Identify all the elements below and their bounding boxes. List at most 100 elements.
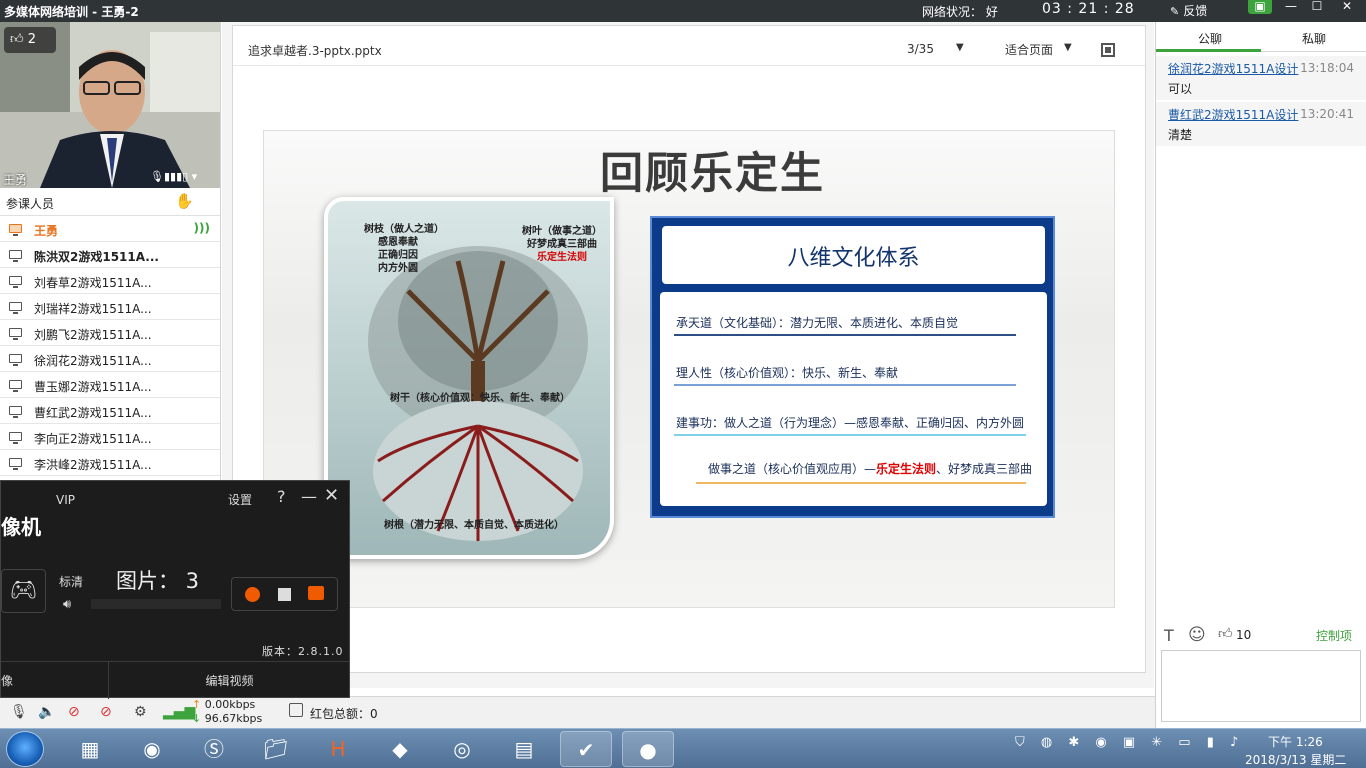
chat-input[interactable] (1161, 650, 1361, 722)
participant-name: 李向正2游戏1511A... (34, 432, 152, 446)
notes-app-icon[interactable]: ▤ (498, 731, 550, 767)
participant-item[interactable]: 王勇))) (0, 216, 220, 242)
maximize-button[interactable]: ☐ (1308, 0, 1326, 14)
culture-header: 八维文化体系 (662, 226, 1045, 284)
minimize-button[interactable]: — (1282, 0, 1300, 14)
teacher-video[interactable]: 👍︎ 2 王勇 🎙▮▮▮▯ ▾ (0, 22, 220, 188)
participant-item[interactable]: 曹玉娜2游戏1511A... (0, 372, 220, 398)
tab-private-chat[interactable]: 私聊 (1302, 30, 1326, 47)
recorder-app-icon[interactable]: ● (622, 731, 674, 767)
close-icon[interactable]: ✕ (324, 485, 339, 506)
chat-message: 徐润花2游戏1511A设计 13:18:04 可以 (1156, 56, 1366, 100)
recorder-title: 像机 (1, 515, 41, 539)
main-area: 追求卓越者.3-pptx.pptx 3/35 ▼ 适合页面 ▼ 回顾乐定生 树枝… (222, 22, 1154, 688)
feedback-button[interactable]: ✎ 反馈 (1170, 2, 1207, 19)
red-packet-icon[interactable] (289, 703, 303, 717)
taskbar: ▦ ◉ Ⓢ 📁︎ H ◆ ◎ ▤ ✔ ● ⛉ ◍ ✱ ◉ ▣ ✳ ▭ ▮ ♪ 下… (0, 728, 1366, 768)
help-icon[interactable]: ? (277, 487, 286, 506)
settings-button[interactable]: 设置 (228, 491, 252, 508)
record-button[interactable] (245, 587, 260, 602)
quality-label[interactable]: 标清 (59, 573, 83, 590)
culture-line-1: 承天道（文化基础）：潜力无限、本质进化、本质自觉 (676, 316, 959, 330)
monitor-icon (9, 302, 22, 314)
monitor-icon (9, 250, 22, 262)
volume-icon[interactable]: 🔊︎ (63, 597, 71, 612)
monitor-icon (9, 380, 22, 392)
system-tray[interactable]: ⛉ ◍ ✱ ◉ ▣ ✳ ▭ ▮ ♪ (1015, 735, 1244, 750)
culture-line-2: 理人性（核心价值观）：快乐、新生、奉献 (676, 366, 899, 380)
volume-slider[interactable] (91, 599, 221, 609)
recorder-footer-left[interactable]: 像 (1, 662, 109, 699)
monitor-icon (9, 276, 22, 288)
control-panel-app-icon[interactable]: ▦ (64, 731, 116, 767)
participant-name: 曹红武2游戏1511A... (34, 406, 152, 420)
monitor-icon (9, 432, 22, 444)
taskbar-time: 下午 1:26 (1268, 735, 1323, 749)
raise-hand-icon[interactable]: ✋ (175, 192, 194, 210)
divider (674, 434, 1026, 436)
camera-mute-icon[interactable]: ⊘ (100, 704, 112, 720)
gamepad-icon[interactable]: 🎮︎ (1, 569, 46, 613)
page-indicator[interactable]: 3/35 (907, 42, 934, 56)
download-rate: ↓ 96.67kbps (192, 712, 263, 725)
participant-name: 刘春草2游戏1511A... (34, 276, 152, 290)
file-explorer-icon[interactable]: 📁︎ (250, 731, 302, 767)
chat-tabs: 公聊 私聊 (1156, 22, 1366, 52)
photo-count: 图片： 3 (116, 569, 200, 593)
like-count: 10 (1236, 628, 1252, 642)
divider (696, 482, 1026, 484)
webcam-app-icon[interactable]: ◉ (126, 731, 178, 767)
title-bar: 多媒体网络培训 - 王勇-2 网络状况： 好 03 : 21 : 28 ✎ 反馈 … (0, 0, 1366, 22)
participant-item[interactable]: 刘瑞祥2游戏1511A... (0, 294, 220, 320)
hbuilder-app-icon[interactable]: H (312, 731, 364, 767)
culture-line-3: 建事功：做人之道（行为理念）—感恩奉献、正确归因、内方外圆 (676, 416, 1025, 430)
chat-sender[interactable]: 徐润花2游戏1511A设计 (1168, 62, 1298, 76)
vip-label: VIP (56, 493, 75, 507)
chat-text: 清楚 (1168, 128, 1193, 142)
emoji-icon[interactable]: ☺ (1188, 625, 1206, 645)
stop-button[interactable] (278, 588, 291, 601)
document-toolbar: 追求卓越者.3-pptx.pptx 3/35 ▼ 适合页面 ▼ (233, 26, 1145, 66)
control-options-link[interactable]: 控制项 (1316, 627, 1352, 644)
screenshot-button[interactable] (308, 586, 324, 600)
sogou-app-icon[interactable]: Ⓢ (188, 731, 240, 767)
page-dropdown-icon[interactable]: ▼ (956, 42, 964, 53)
upload-rate: ↑ 0.00kbps (192, 698, 256, 711)
fit-dropdown-icon[interactable]: ▼ (1064, 42, 1072, 53)
like-badge[interactable]: 👍︎ 2 (4, 27, 56, 53)
speaker-icon[interactable]: 🔈 (38, 704, 55, 720)
chat-toolbar: T ☺ 👍︎ 10 控制项 (1156, 622, 1366, 646)
font-icon[interactable]: T (1164, 626, 1174, 645)
red-packet-total: 红包总额：0 (310, 707, 378, 721)
status-bar: 🎙 🔈 ⊘ ⊘ ⚙ ▂▄▆ ↑ 0.00kbps ↓ 96.67kbps 红包总… (0, 696, 1155, 728)
gear-icon[interactable]: ⚙ (134, 704, 147, 720)
chrome-app-icon[interactable]: ◎ (436, 731, 488, 767)
gem-app-icon[interactable]: ◆ (374, 731, 426, 767)
close-button[interactable]: ✕ (1338, 0, 1356, 14)
microphone-icon[interactable]: 🎙 (10, 704, 28, 720)
signal-icon: ▂▄▆ (163, 704, 196, 720)
minimize-icon[interactable]: — (301, 487, 317, 506)
edit-video-button[interactable]: 编辑视频 (110, 662, 349, 699)
mic-level-icon: 🎙▮▮▮▯ ▾ (150, 170, 198, 183)
taskbar-date: 2018/3/13 星期二 (1245, 753, 1347, 767)
classroom-app-icon[interactable]: ✔ (560, 731, 612, 767)
mic-mute-icon[interactable]: ⊘ (68, 704, 80, 720)
download-button[interactable]: ▣ (1248, 0, 1272, 14)
participant-item[interactable]: 李洪峰2游戏1511A... (0, 450, 220, 476)
participant-name: 陈洪双2游戏1511A... (34, 250, 159, 264)
tab-public-chat[interactable]: 公聊 (1198, 30, 1222, 47)
participant-item[interactable]: 徐润花2游戏1511A... (0, 346, 220, 372)
participant-item[interactable]: 刘鹏飞2游戏1511A... (0, 320, 220, 346)
fullscreen-icon[interactable] (1101, 43, 1115, 57)
thumbs-up-icon[interactable]: 👍︎ (1218, 625, 1233, 642)
participant-item[interactable]: 陈洪双2游戏1511A... (0, 242, 220, 268)
fit-mode-select[interactable]: 适合页面 (1005, 41, 1053, 58)
chat-sender[interactable]: 曹红武2游戏1511A设计 (1168, 108, 1298, 122)
participant-item[interactable]: 李向正2游戏1511A... (0, 424, 220, 450)
chat-message: 曹红武2游戏1511A设计 13:20:41 清楚 (1156, 102, 1366, 146)
start-button[interactable] (6, 731, 44, 767)
participant-item[interactable]: 刘春草2游戏1511A... (0, 268, 220, 294)
active-tab-indicator (1156, 49, 1261, 52)
participant-item[interactable]: 曹红武2游戏1511A... (0, 398, 220, 424)
